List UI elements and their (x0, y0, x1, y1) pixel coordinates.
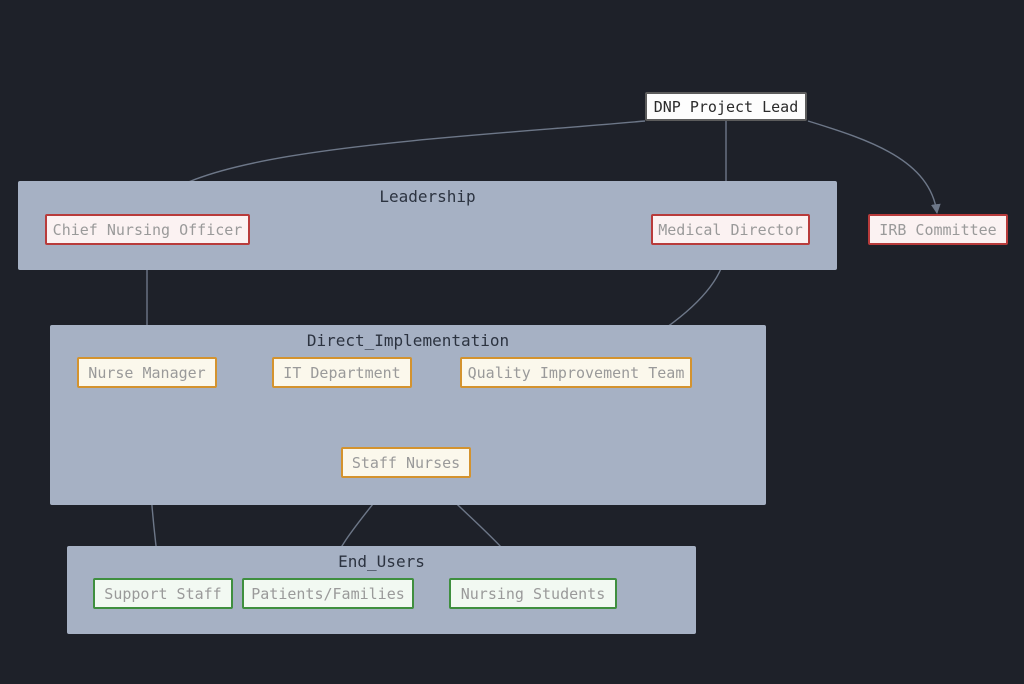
node-dnp-project-lead[interactable]: DNP Project Lead (645, 92, 807, 121)
node-medical-director[interactable]: Medical Director (651, 214, 810, 245)
group-title-leadership: Leadership (18, 187, 837, 206)
node-label: DNP Project Lead (654, 98, 799, 116)
node-support-staff[interactable]: Support Staff (93, 578, 233, 609)
node-label: IRB Committee (879, 221, 996, 239)
node-quality-improvement-team[interactable]: Quality Improvement Team (460, 357, 692, 388)
group-title-end-users: End_Users (67, 552, 696, 571)
node-label: Medical Director (658, 221, 803, 239)
node-patients-families[interactable]: Patients/Families (242, 578, 414, 609)
node-staff-nurses[interactable]: Staff Nurses (341, 447, 471, 478)
node-it-department[interactable]: IT Department (272, 357, 412, 388)
node-label: Support Staff (104, 585, 221, 603)
node-chief-nursing-officer[interactable]: Chief Nursing Officer (45, 214, 250, 245)
diagram-canvas: DNP Project Lead Leadership Chief Nursin… (0, 0, 1024, 684)
node-irb-committee[interactable]: IRB Committee (868, 214, 1008, 245)
node-label: Chief Nursing Officer (53, 221, 243, 239)
node-label: Nurse Manager (88, 364, 205, 382)
group-title-direct-implementation: Direct_Implementation (50, 331, 766, 350)
node-nurse-manager[interactable]: Nurse Manager (77, 357, 217, 388)
node-label: Nursing Students (461, 585, 606, 603)
node-label: Patients/Families (251, 585, 405, 603)
node-label: Quality Improvement Team (468, 364, 685, 382)
node-label: Staff Nurses (352, 454, 460, 472)
node-label: IT Department (283, 364, 400, 382)
node-nursing-students[interactable]: Nursing Students (449, 578, 617, 609)
group-direct-implementation: Direct_Implementation (50, 325, 766, 505)
